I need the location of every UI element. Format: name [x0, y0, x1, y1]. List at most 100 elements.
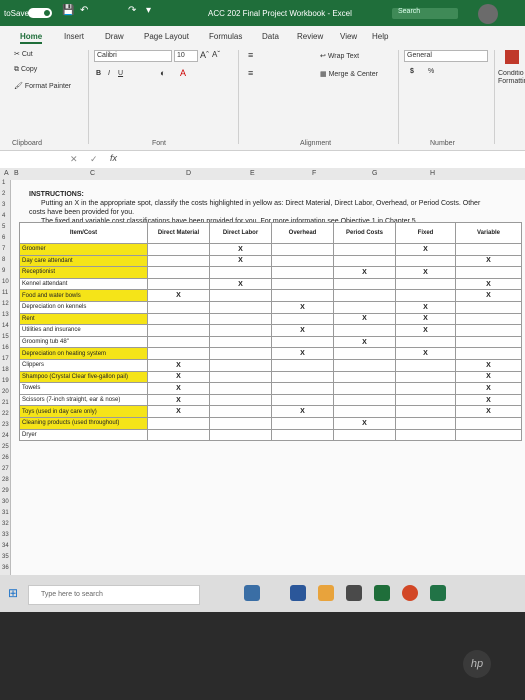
underline-button[interactable]: U	[118, 70, 123, 77]
row-header[interactable]: 13	[2, 312, 9, 318]
direct-material-cell[interactable]: X	[147, 370, 210, 384]
item-cost-cell[interactable]: Scissors (7-inch straight, ear & nose)	[19, 393, 148, 407]
row-header[interactable]: 25	[2, 444, 9, 450]
overhead-cell[interactable]	[271, 277, 334, 291]
excel-taskbar-icon[interactable]	[430, 585, 446, 601]
direct-labor-cell[interactable]	[209, 358, 272, 372]
item-cost-cell[interactable]: Toys (used in day care only)	[19, 405, 148, 418]
variable-cell[interactable]: X	[455, 393, 522, 407]
fixed-cell[interactable]: X	[395, 300, 456, 314]
cut-button[interactable]: ✂ Cut	[14, 50, 33, 58]
row-header[interactable]: 27	[2, 466, 9, 472]
item-cost-cell[interactable]: Food and water bowls	[19, 289, 148, 302]
item-cost-cell[interactable]: Grooming tub 48"	[19, 335, 148, 349]
fixed-cell[interactable]: X	[395, 243, 456, 256]
excel-icon[interactable]	[374, 585, 390, 601]
column-header-h[interactable]: H	[430, 170, 435, 177]
fixed-cell[interactable]: X	[395, 347, 456, 360]
search-box[interactable]: Search	[392, 8, 458, 19]
direct-material-cell[interactable]: X	[147, 405, 210, 418]
align-left-icon[interactable]: ≡	[248, 68, 253, 78]
direct-material-cell[interactable]	[147, 312, 210, 326]
row-header[interactable]: 22	[2, 411, 9, 417]
direct-labor-cell[interactable]	[209, 266, 272, 279]
variable-cell[interactable]	[455, 335, 522, 349]
variable-cell[interactable]	[455, 347, 522, 360]
fixed-cell[interactable]: X	[395, 266, 456, 279]
chrome-icon[interactable]	[402, 585, 418, 601]
row-header[interactable]: 8	[2, 257, 5, 263]
direct-material-cell[interactable]: X	[147, 393, 210, 407]
overhead-cell[interactable]	[271, 335, 334, 349]
row-header[interactable]: 24	[2, 433, 9, 439]
direct-material-cell[interactable]: X	[147, 289, 210, 302]
taskbar-search[interactable]: Type here to search	[28, 585, 200, 605]
fixed-cell[interactable]	[395, 335, 456, 349]
overhead-cell[interactable]: X	[271, 324, 334, 337]
row-header[interactable]: 29	[2, 488, 9, 494]
row-header[interactable]: 14	[2, 323, 9, 329]
conditional-formatting-label[interactable]: Conditio Formattin	[498, 70, 525, 86]
fixed-cell[interactable]	[395, 277, 456, 291]
row-header[interactable]: 21	[2, 400, 9, 406]
shrink-font-button[interactable]: Aˇ	[212, 50, 220, 59]
worksheet-grid[interactable]: INSTRUCTIONS: Putting an X in the approp…	[11, 180, 525, 575]
tab-home[interactable]: Home	[20, 32, 43, 44]
period-costs-cell[interactable]: X	[333, 312, 396, 326]
format-painter-button[interactable]: 🖌 Format Painter	[14, 82, 71, 90]
variable-cell[interactable]	[455, 428, 522, 442]
wrap-text-button[interactable]: ↩ Wrap Text	[320, 52, 359, 60]
variable-cell[interactable]: X	[455, 358, 522, 372]
overhead-cell[interactable]	[271, 416, 334, 430]
tab-formulas[interactable]: Formulas	[209, 32, 242, 41]
item-cost-cell[interactable]: Receptionist	[19, 266, 148, 279]
row-header[interactable]: 2	[2, 191, 5, 197]
formula-bar[interactable]: ✕ ✓ fx	[0, 150, 525, 170]
save-icon[interactable]: 💾	[62, 5, 74, 16]
fixed-cell[interactable]	[395, 393, 456, 407]
item-cost-cell[interactable]: Rent	[19, 312, 148, 326]
overhead-cell[interactable]	[271, 428, 334, 442]
row-header[interactable]: 15	[2, 334, 9, 340]
variable-cell[interactable]	[455, 312, 522, 326]
row-header[interactable]: 32	[2, 521, 9, 527]
row-header[interactable]: 18	[2, 367, 9, 373]
insert-function-icon[interactable]: fx	[110, 153, 117, 163]
row-header[interactable]: 16	[2, 345, 9, 351]
bold-button[interactable]: B	[96, 70, 101, 77]
undo-icon[interactable]: ↶	[80, 5, 88, 16]
column-header-a[interactable]: A	[4, 170, 9, 177]
column-header-d[interactable]: D	[186, 170, 191, 177]
row-header[interactable]: 36	[2, 565, 9, 571]
item-cost-cell[interactable]: Towels	[19, 382, 148, 395]
cancel-icon[interactable]: ✕	[70, 154, 78, 165]
row-header[interactable]: 28	[2, 477, 9, 483]
direct-material-cell[interactable]	[147, 335, 210, 349]
row-header[interactable]: 9	[2, 268, 5, 274]
merge-center-button[interactable]: ▦ Merge & Center	[320, 70, 378, 78]
direct-material-cell[interactable]	[147, 324, 210, 337]
item-cost-cell[interactable]: Groomer	[19, 243, 148, 256]
item-cost-cell[interactable]: Cleaning products (used throughout)	[19, 416, 148, 430]
direct-labor-cell[interactable]	[209, 382, 272, 395]
row-header[interactable]: 30	[2, 499, 9, 505]
direct-material-cell[interactable]	[147, 277, 210, 291]
variable-cell[interactable]: X	[455, 382, 522, 395]
row-header[interactable]: 3	[2, 202, 5, 208]
period-costs-cell[interactable]	[333, 289, 396, 302]
direct-labor-cell[interactable]	[209, 347, 272, 360]
fixed-cell[interactable]	[395, 370, 456, 384]
row-header[interactable]: 19	[2, 378, 9, 384]
overhead-cell[interactable]	[271, 266, 334, 279]
row-header[interactable]: 31	[2, 510, 9, 516]
row-header[interactable]: 20	[2, 389, 9, 395]
variable-cell[interactable]	[455, 300, 522, 314]
overhead-cell[interactable]	[271, 312, 334, 326]
column-header-f[interactable]: F	[312, 170, 316, 177]
row-header[interactable]: 4	[2, 213, 5, 219]
item-cost-cell[interactable]: Shampoo (Crystal Clear five-gallon pail)	[19, 370, 148, 384]
item-cost-cell[interactable]: Kennel attendant	[19, 277, 148, 291]
file-explorer-icon[interactable]	[318, 585, 334, 601]
item-cost-cell[interactable]: Depreciation on kennels	[19, 300, 148, 314]
item-cost-cell[interactable]: Clippers	[19, 358, 148, 372]
